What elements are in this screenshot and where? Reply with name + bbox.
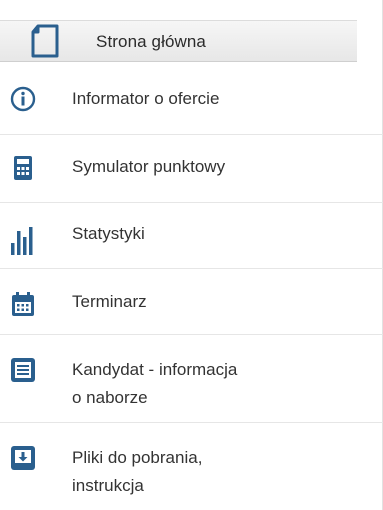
- menu-item-label: Statystyki: [72, 224, 145, 243]
- menu-item-label: instrukcja: [72, 476, 144, 495]
- menu-item-statystyki[interactable]: Statystyki: [0, 203, 383, 269]
- menu-item-label: Kandydat - informacja: [72, 360, 238, 379]
- calculator-icon: [10, 155, 36, 181]
- menu-item-label: Pliki do pobrania,: [72, 448, 203, 467]
- menu-item-label: Informator o ofercie: [72, 89, 220, 108]
- menu-item-label: Symulator punktowy: [72, 157, 226, 176]
- menu-item-kandydat[interactable]: Kandydat - informacja o naborze: [0, 335, 383, 423]
- menu-item-informator[interactable]: Informator o ofercie: [0, 62, 383, 135]
- side-menu: Strona główna Informator o ofercie Symul…: [0, 0, 383, 510]
- document-list-icon: [10, 357, 36, 383]
- menu-item-label: Terminarz: [72, 292, 147, 311]
- download-tray-icon: [10, 445, 36, 471]
- menu-item-terminarz[interactable]: Terminarz: [0, 269, 383, 335]
- home-menu-label: Strona główna: [96, 32, 206, 51]
- document-icon: [30, 24, 60, 58]
- menu-item-label: o naborze: [72, 388, 148, 407]
- home-menu-item[interactable]: Strona główna: [0, 20, 357, 62]
- bar-chart-icon: [10, 225, 36, 255]
- info-icon: [10, 86, 36, 112]
- calendar-icon: [10, 291, 36, 317]
- menu-item-symulator[interactable]: Symulator punktowy: [0, 135, 383, 203]
- menu-item-pliki[interactable]: Pliki do pobrania, instrukcja: [0, 423, 383, 510]
